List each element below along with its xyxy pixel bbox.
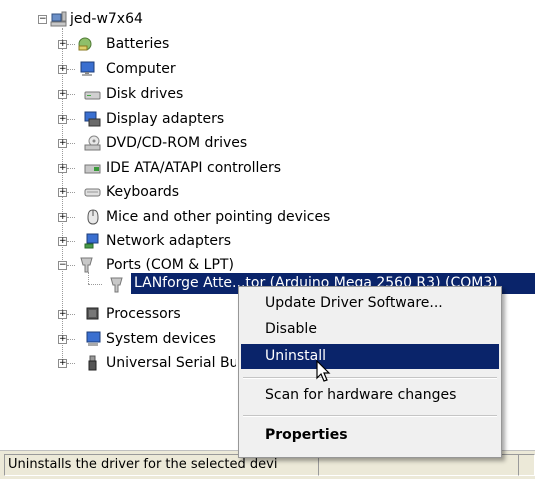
tree-item-batteries[interactable]: + Batteries (0, 33, 220, 55)
monitor-icon (80, 61, 95, 76)
ide-controller-icon (84, 164, 101, 174)
expand-icon[interactable]: + (58, 188, 67, 197)
expand-icon[interactable]: + (58, 139, 67, 148)
root-label: jed-w7x64 (70, 11, 143, 27)
menu-separator (243, 377, 497, 379)
expand-icon[interactable]: + (58, 237, 67, 246)
tree-item-ide-controllers[interactable]: + IDE ATA/ATAPI controllers (0, 157, 310, 179)
collapse-icon[interactable]: − (58, 261, 67, 270)
tree-item-display-adapters[interactable]: + Display adapters (0, 108, 240, 130)
expand-icon[interactable]: + (58, 335, 67, 344)
port-icon (80, 257, 93, 273)
dvd-drive-icon (84, 135, 101, 151)
mouse-cursor-icon (316, 360, 331, 382)
tree-item-dvd-drives[interactable]: + DVD/CD-ROM drives (0, 132, 260, 154)
expand-icon[interactable]: + (58, 115, 67, 124)
tree-item-system-devices[interactable]: + System devices (0, 328, 236, 350)
menu-item-properties[interactable]: Properties (241, 423, 499, 448)
tree-item-keyboards[interactable]: + Keyboards (0, 181, 220, 203)
expand-icon[interactable]: + (58, 310, 67, 319)
port-device-icon (110, 277, 123, 293)
tree-item-disk-drives[interactable]: + Disk drives (0, 83, 220, 105)
expand-icon[interactable]: + (58, 65, 67, 74)
ports-child-connector (88, 284, 102, 285)
processor-icon (86, 307, 99, 320)
menu-item-uninstall[interactable]: Uninstall (241, 344, 499, 369)
mouse-icon (87, 209, 99, 225)
tree-item-mice[interactable]: + Mice and other pointing devices (0, 206, 360, 228)
expand-icon[interactable]: + (58, 164, 67, 173)
tree-root[interactable]: − jed-w7x64 (0, 8, 200, 30)
menu-item-scan-hardware[interactable]: Scan for hardware changes (241, 383, 499, 408)
expand-icon[interactable]: + (58, 90, 67, 99)
keyboard-icon (84, 188, 101, 197)
computer-root-icon (50, 11, 67, 27)
disk-drive-icon (84, 91, 101, 100)
usb-icon (88, 355, 97, 371)
tree-item-network-adapters[interactable]: + Network adapters (0, 230, 260, 252)
tree-item-computer[interactable]: + Computer (0, 58, 220, 80)
system-devices-icon (86, 331, 101, 346)
menu-item-disable[interactable]: Disable (241, 317, 499, 342)
status-pane-3 (518, 454, 535, 476)
display-adapter-icon (84, 111, 101, 127)
expand-icon[interactable]: + (58, 40, 67, 49)
tree-item-usb[interactable]: + Universal Serial Bu (0, 352, 236, 374)
menu-item-update-driver[interactable]: Update Driver Software... (241, 291, 499, 316)
battery-icon (78, 37, 92, 51)
expand-icon[interactable]: + (58, 359, 67, 368)
tree-item-processors[interactable]: + Processors (0, 303, 230, 325)
network-adapter-icon (84, 233, 99, 249)
expand-icon[interactable]: + (58, 213, 67, 222)
menu-separator (243, 415, 497, 417)
collapse-icon[interactable]: − (38, 15, 47, 24)
context-menu[interactable]: Update Driver Software... Disable Uninst… (238, 286, 502, 458)
